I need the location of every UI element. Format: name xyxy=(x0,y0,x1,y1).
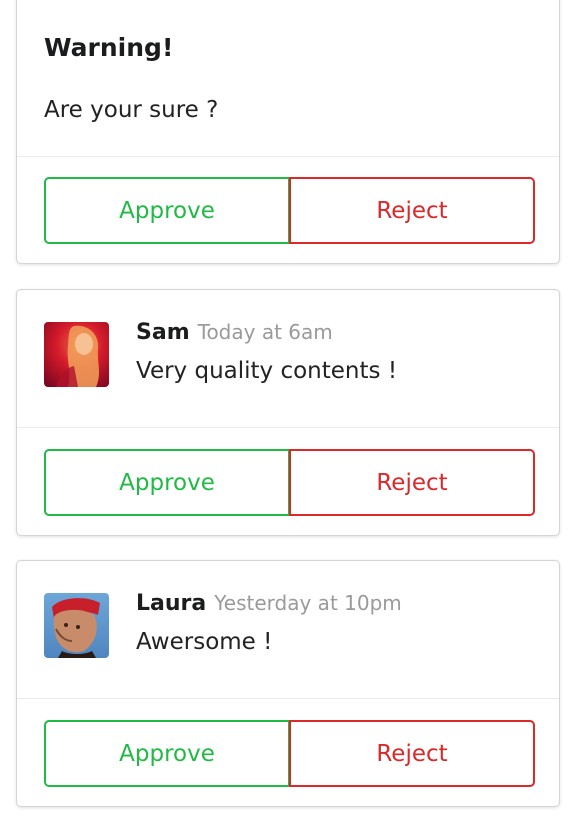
comment-card-laura: Laura Yesterday at 10pm Awersome ! Approv… xyxy=(16,560,560,807)
reject-button[interactable]: Reject xyxy=(289,177,535,244)
comment-author[interactable]: Sam xyxy=(136,320,190,345)
warning-card-content: Warning! Are your sure ? xyxy=(17,0,559,157)
comment-button-group: Approve Reject xyxy=(44,720,535,787)
comment-button-group: Approve Reject xyxy=(44,449,535,516)
comment-card-sam: Sam Today at 6am Very quality contents ! … xyxy=(16,289,560,536)
approve-button[interactable]: Approve xyxy=(44,449,290,516)
reject-button[interactable]: Reject xyxy=(289,449,535,516)
user-avatar-laura xyxy=(44,593,109,658)
approve-button[interactable]: Approve xyxy=(44,720,290,787)
user-avatar-sam xyxy=(44,322,109,387)
comment-meta: Sam Today at 6am xyxy=(136,320,333,345)
warning-button-group: Approve Reject xyxy=(44,177,535,244)
approve-button[interactable]: Approve xyxy=(44,177,290,244)
comment-content: Laura Yesterday at 10pm Awersome ! xyxy=(17,561,559,699)
comment-text: Very quality contents ! xyxy=(136,358,398,384)
warning-card: Warning! Are your sure ? Approve Reject xyxy=(16,0,560,264)
comment-time: Today at 6am xyxy=(197,320,333,344)
comment-author[interactable]: Laura xyxy=(136,591,206,616)
comment-content: Sam Today at 6am Very quality contents ! xyxy=(17,290,559,428)
reject-button[interactable]: Reject xyxy=(289,720,535,787)
comment-meta: Laura Yesterday at 10pm xyxy=(136,591,402,616)
warning-description: Are your sure ? xyxy=(44,97,219,123)
comment-text: Awersome ! xyxy=(136,629,273,655)
comment-time: Yesterday at 10pm xyxy=(214,591,402,615)
warning-header: Warning! xyxy=(44,33,174,62)
